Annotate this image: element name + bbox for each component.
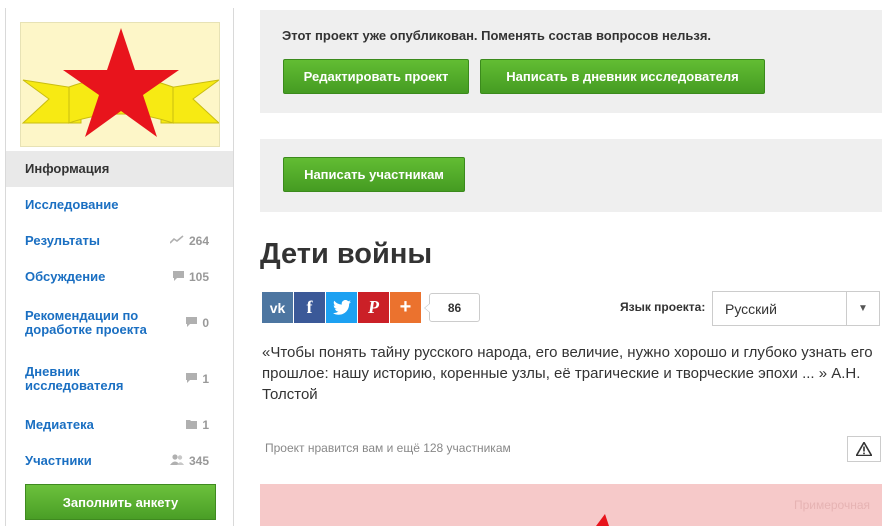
report-button[interactable] [847,436,881,462]
plus-icon: + [399,296,412,318]
project-logo [20,22,220,147]
vk-icon: vk [269,299,286,316]
sidebar-item-label: Обсуждение [25,269,106,284]
sidebar-item-meta: 1 [186,418,209,432]
sidebar-item-label: Информация [25,161,110,176]
sidebar-item-results[interactable]: Результаты 264 [6,223,233,259]
edit-project-button[interactable]: Редактировать проект [283,59,469,94]
banner-star-image [596,514,609,526]
sidebar-item-participants[interactable]: Участники 345 [6,443,233,479]
comment-icon [186,316,198,330]
more-share-button[interactable]: + [390,292,421,323]
project-language-select[interactable]: Русский ▼ [712,291,880,326]
sidebar-item-discussion[interactable]: Обсуждение 105 [6,259,233,295]
sidebar-item-count: 264 [188,234,209,248]
star-ribbon-logo [21,28,219,137]
sidebar-item-label: Исследование [25,197,119,212]
people-icon [169,454,184,468]
comment-icon [186,372,198,386]
sidebar-item-count: 105 [188,270,209,284]
sidebar-item-recommendations[interactable]: Рекомендации по доработке проекта 0 [6,295,233,351]
published-notice-text: Этот проект уже опубликован. Поменять со… [282,28,712,43]
sidebar-item-meta: 105 [172,270,209,284]
chart-icon [169,235,184,247]
likes-text: Проект нравится вам и ещё 128 участникам [265,441,511,455]
published-notice-panel: Этот проект уже опубликован. Поменять со… [260,10,882,113]
sidebar-item-meta: 264 [169,234,209,248]
warning-icon [856,442,872,456]
comment-icon [172,270,184,284]
sidebar-item-label: Медиатека [25,417,94,432]
project-description: «Чтобы понять тайну русского народа, его… [262,344,873,403]
sidebar-item-information[interactable]: Информация [6,151,233,187]
sidebar-item-count: 1 [202,372,209,386]
sidebar-item-diary[interactable]: Дневник исследователя 1 [6,351,233,407]
twitter-icon [332,300,351,315]
sidebar-item-label: Результаты [25,233,100,248]
banner-watermark: Примерочная [793,498,870,512]
write-diary-button[interactable]: Написать в дневник исследователя [480,59,765,94]
sidebar-item-count: 345 [188,454,209,468]
twitter-share-button[interactable] [326,292,357,323]
sidebar-item-meta: 0 [186,316,209,330]
sidebar-item-label: Дневник исследователя [25,364,124,393]
sidebar-item-label: Участники [25,453,92,468]
pinterest-share-button[interactable]: P [358,292,389,323]
sidebar-item-meta: 1 [186,372,209,386]
facebook-icon: f [306,297,313,317]
sidebar-item-media[interactable]: Медиатека 1 [6,407,233,443]
folder-icon [186,419,198,432]
chevron-down-icon: ▼ [846,292,879,325]
pinterest-icon: P [368,297,379,317]
project-banner: Примерочная [260,484,882,526]
vk-share-button[interactable]: vk [262,292,293,323]
project-language-value: Русский [725,301,777,317]
sidebar-item-meta: 345 [169,454,209,468]
sidebar-item-count: 1 [202,418,209,432]
sidebar-item-count: 0 [202,316,209,330]
sidebar-nav: Информация Исследование Результаты 264 О… [6,151,233,479]
project-title: Дети войны [260,238,433,270]
project-language-label: Язык проекта: [620,300,706,314]
participants-panel: Написать участникам [260,139,882,212]
sidebar-item-research[interactable]: Исследование [6,187,233,223]
share-counter: 86 [424,293,480,322]
write-participants-button[interactable]: Написать участникам [283,157,465,192]
sidebar: Информация Исследование Результаты 264 О… [5,8,234,526]
sidebar-item-label: Рекомендации по доработке проекта [25,308,147,337]
fill-survey-button[interactable]: Заполнить анкету [25,484,216,520]
facebook-share-button[interactable]: f [294,292,325,323]
share-bar: vk f P + 86 [262,292,480,323]
